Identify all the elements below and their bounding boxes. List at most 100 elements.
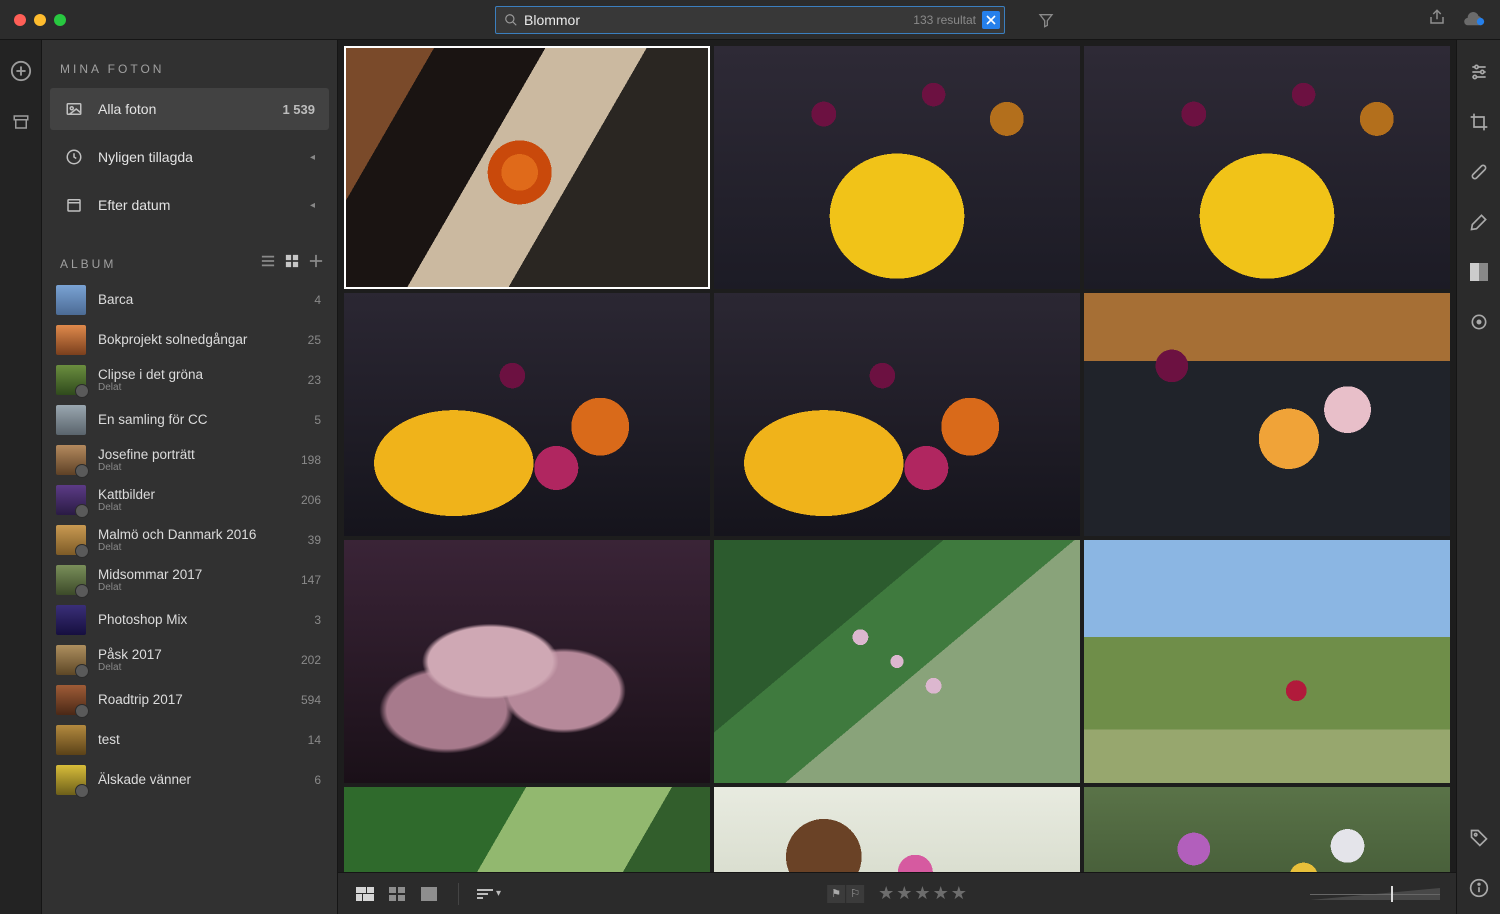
album-shared-label: Delat [98,462,301,473]
album-thumbnail [56,645,86,675]
album-item[interactable]: Roadtrip 2017594 [56,683,327,717]
album-item[interactable]: test14 [56,723,327,757]
archive-icon [12,113,30,131]
filter-button[interactable] [1038,12,1054,28]
search-input[interactable] [518,12,913,28]
photo-thumbnail[interactable] [714,787,1080,872]
album-count: 594 [301,693,321,707]
view-grid-button[interactable] [386,883,408,905]
archive-button[interactable] [12,113,30,136]
minimize-window[interactable] [34,14,46,26]
album-item[interactable]: Påsk 2017Delat202 [56,643,327,677]
nav-recently-added[interactable]: Nyligen tillagda ◂ [50,136,329,178]
photo-grid[interactable] [338,40,1456,872]
album-item[interactable]: Josefine porträttDelat198 [56,443,327,477]
photo-thumbnail[interactable] [344,46,710,289]
view-single-button[interactable] [418,883,440,905]
album-view-list[interactable] [261,254,275,273]
album-shared-label: Delat [98,542,308,553]
album-item[interactable]: Bokprojekt solnedgångar25 [56,323,327,357]
album-thumbnail [56,445,86,475]
album-shared-label: Delat [98,502,301,513]
plus-circle-icon [10,60,32,82]
album-thumbnail [56,565,86,595]
star-5[interactable]: ★ [951,883,967,904]
album-name: Bokprojekt solnedgångar [98,332,308,348]
album-item[interactable]: Clipse i det grönaDelat23 [56,363,327,397]
maximize-window[interactable] [54,14,66,26]
album-item[interactable]: Barca4 [56,283,327,317]
album-item[interactable]: KattbilderDelat206 [56,483,327,517]
section-albums: ALBUM [60,257,261,271]
album-item[interactable]: Älskade vänner6 [56,763,327,797]
close-icon [986,15,996,25]
flag-reject-button[interactable]: ⚐ [846,885,864,903]
nav-all-photos[interactable]: Alla foton 1 539 [50,88,329,130]
radial-panel-button[interactable] [1467,310,1491,334]
flag-pick-button[interactable]: ⚑ [827,885,845,903]
star-3[interactable]: ★ [914,883,930,904]
view-mosaic-button[interactable] [354,883,376,905]
photo-thumbnail[interactable] [714,293,1080,536]
share-button[interactable] [1428,8,1446,31]
album-thumbnail [56,725,86,755]
star-1[interactable]: ★ [878,883,894,904]
section-my-photos: MINA FOTON [42,40,337,88]
single-icon [421,887,437,901]
sort-button[interactable]: ▾ [477,883,501,905]
album-name: Photoshop Mix [98,612,314,628]
star-4[interactable]: ★ [933,883,949,904]
keywords-panel-button[interactable] [1467,826,1491,850]
photo-thumbnail[interactable] [1084,540,1450,783]
photo-thumbnail[interactable] [714,46,1080,289]
nav-count: 1 539 [282,102,315,117]
sort-icon [477,888,493,900]
album-count: 14 [308,733,321,747]
radial-icon [1469,312,1489,332]
album-count: 4 [314,293,321,307]
album-count: 6 [314,773,321,787]
star-rating[interactable]: ★ ★ ★ ★ ★ [878,883,967,904]
brush-panel-button[interactable] [1467,210,1491,234]
photo-thumbnail[interactable] [1084,787,1450,872]
album-shared-label: Delat [98,582,301,593]
nav-by-date[interactable]: Efter datum ◂ [50,184,329,226]
star-2[interactable]: ★ [896,883,912,904]
edit-panel-button[interactable] [1467,60,1491,84]
photo-thumbnail[interactable] [344,540,710,783]
album-item[interactable]: En samling för CC5 [56,403,327,437]
album-view-grid[interactable] [285,254,299,273]
cloud-sync-button[interactable] [1464,8,1486,31]
flag-picker[interactable]: ⚑ ⚐ [827,885,864,903]
photo-thumbnail[interactable] [714,540,1080,783]
album-name: test [98,732,308,748]
info-panel-button[interactable] [1467,876,1491,900]
album-item[interactable]: Photoshop Mix3 [56,603,327,637]
album-thumbnail [56,405,86,435]
clear-search-button[interactable] [982,11,1000,29]
album-thumbnail [56,365,86,395]
close-window[interactable] [14,14,26,26]
nav-label: Alla foton [98,101,282,117]
album-add[interactable] [309,254,323,273]
add-photos-button[interactable] [10,60,32,87]
gradient-panel-button[interactable] [1467,260,1491,284]
search-field[interactable]: 133 resultat [495,6,1005,34]
chevron-left-icon: ◂ [310,152,315,163]
clock-icon [64,147,84,167]
album-count: 202 [301,653,321,667]
healing-panel-button[interactable] [1467,160,1491,184]
crop-panel-button[interactable] [1467,110,1491,134]
slider-handle[interactable] [1391,886,1393,902]
album-item[interactable]: Midsommar 2017Delat147 [56,563,327,597]
photo-thumbnail[interactable] [344,787,710,872]
album-thumbnail [56,605,86,635]
thumbnail-size-slider[interactable] [1310,886,1440,902]
album-item[interactable]: Malmö och Danmark 2016Delat39 [56,523,327,557]
photo-thumbnail[interactable] [1084,46,1450,289]
sidebar: MINA FOTON Alla foton 1 539 Nyligen till… [42,40,338,914]
nav-label: Efter datum [98,197,302,213]
info-icon [1469,878,1489,898]
photo-thumbnail[interactable] [1084,293,1450,536]
photo-thumbnail[interactable] [344,293,710,536]
